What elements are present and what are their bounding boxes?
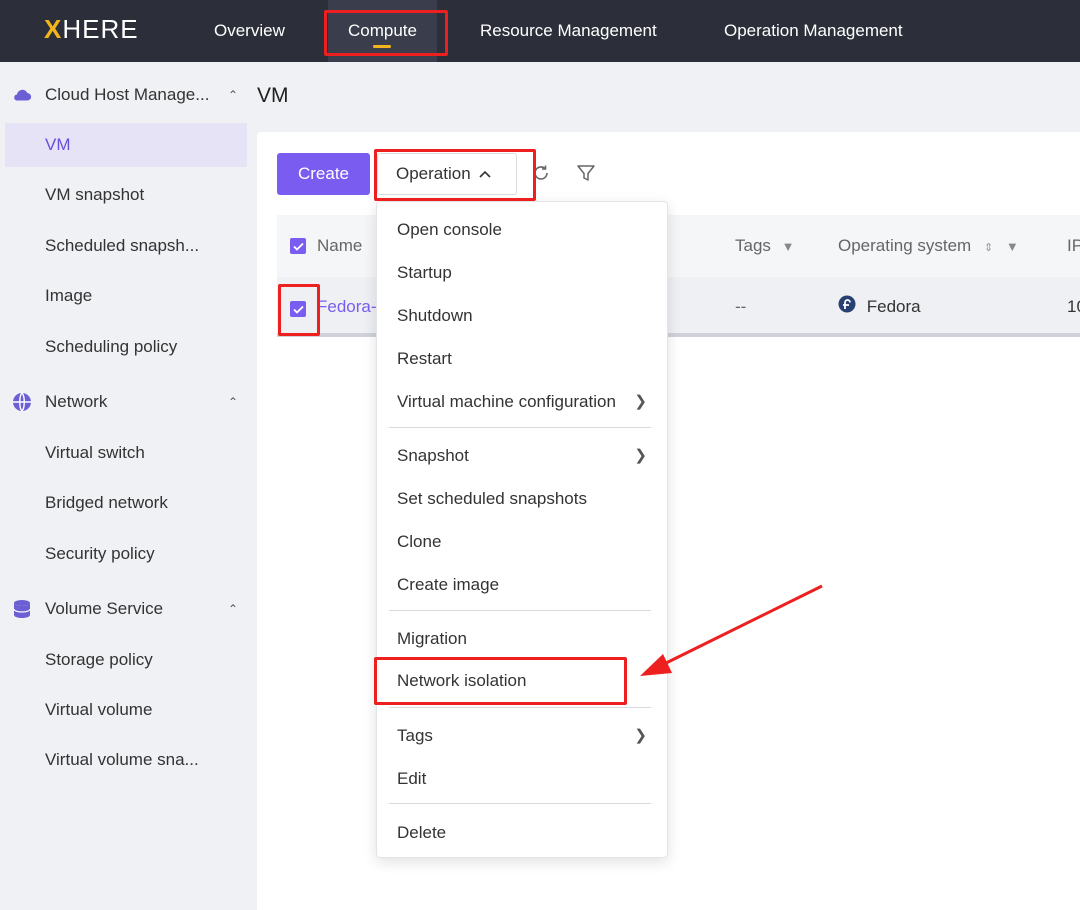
sidebar-item-storage-policy[interactable]: Storage policy bbox=[5, 638, 247, 682]
nav-compute[interactable]: Compute bbox=[328, 0, 437, 62]
sidebar-item-bridged-network[interactable]: Bridged network bbox=[5, 481, 247, 525]
menu-item-tags[interactable]: Tags ❯ bbox=[377, 714, 667, 757]
operation-dropdown-button[interactable]: Operation bbox=[377, 153, 517, 195]
chevron-right-icon: ❯ bbox=[634, 447, 647, 464]
menu-divider bbox=[389, 707, 651, 708]
create-button[interactable]: Create bbox=[277, 153, 370, 195]
menu-divider bbox=[389, 427, 651, 428]
sidebar-item-scheduling-policy[interactable]: Scheduling policy bbox=[5, 325, 247, 369]
chevron-up-icon bbox=[479, 167, 491, 181]
menu-item-network-isolation[interactable]: Network isolation bbox=[377, 659, 667, 702]
sidebar-group-label: Network bbox=[45, 392, 108, 411]
fedora-icon bbox=[838, 278, 856, 338]
sidebar-item-virtual-switch[interactable]: Virtual switch bbox=[5, 431, 247, 475]
menu-item-migration[interactable]: Migration bbox=[377, 617, 667, 660]
vm-tags: -- bbox=[735, 297, 747, 316]
cloud-icon bbox=[12, 85, 32, 105]
vm-operating-system: Fedora bbox=[838, 277, 921, 337]
sidebar-item-security-policy[interactable]: Security policy bbox=[5, 532, 247, 576]
sidebar-group-volume-service[interactable]: Volume Service ⌃ bbox=[0, 591, 250, 627]
sidebar-item-virtual-volume[interactable]: Virtual volume bbox=[5, 688, 247, 732]
filter-icon[interactable]: ▼ bbox=[1006, 239, 1019, 254]
sidebar-item-vm[interactable]: VM bbox=[5, 123, 247, 167]
column-header-name[interactable]: Name bbox=[317, 215, 362, 277]
menu-item-label: Virtual machine configuration bbox=[397, 392, 616, 411]
sidebar-item-virtual-volume-snapshot[interactable]: Virtual volume sna... bbox=[5, 738, 247, 782]
menu-item-startup[interactable]: Startup bbox=[377, 251, 667, 294]
menu-item-open-console[interactable]: Open console bbox=[377, 208, 667, 251]
vm-ip: 10 bbox=[1067, 297, 1080, 316]
menu-item-delete[interactable]: Delete bbox=[377, 811, 667, 854]
column-header-operating-system[interactable]: Operating system ⇕ ▼ bbox=[838, 215, 1019, 277]
chevron-right-icon: ❯ bbox=[634, 727, 647, 744]
filter-icon[interactable] bbox=[575, 162, 597, 184]
operation-label: Operation bbox=[396, 164, 471, 183]
sort-icon[interactable]: ⇕ bbox=[984, 242, 993, 254]
database-icon bbox=[12, 599, 32, 619]
refresh-icon[interactable] bbox=[530, 162, 552, 184]
column-header-tags[interactable]: Tags ▼ bbox=[735, 215, 795, 277]
menu-item-clone[interactable]: Clone bbox=[377, 520, 667, 563]
column-header-label: Tags bbox=[735, 236, 771, 255]
filter-icon[interactable]: ▼ bbox=[782, 239, 795, 254]
vm-name-link[interactable]: Fedora- bbox=[317, 277, 377, 337]
globe-icon bbox=[12, 392, 32, 412]
sidebar-group-label: Volume Service bbox=[45, 599, 164, 618]
nav-resource-management[interactable]: Resource Management bbox=[460, 0, 677, 62]
menu-item-set-scheduled-snapshots[interactable]: Set scheduled snapshots bbox=[377, 477, 667, 520]
menu-divider bbox=[389, 610, 651, 611]
sidebar-item-vm-snapshot[interactable]: VM snapshot bbox=[5, 173, 247, 217]
brand-logo[interactable]: XHERE bbox=[44, 14, 139, 45]
menu-item-restart[interactable]: Restart bbox=[377, 337, 667, 380]
menu-item-label: Tags bbox=[397, 726, 433, 745]
sidebar-item-image[interactable]: Image bbox=[5, 274, 247, 318]
top-nav-bar: XHERE Overview Compute Resource Manageme… bbox=[0, 0, 1080, 62]
menu-item-label: Snapshot bbox=[397, 446, 469, 465]
chevron-right-icon: ❯ bbox=[634, 393, 647, 410]
sidebar-group-cloud-host[interactable]: Cloud Host Manage... ⌃ bbox=[0, 77, 250, 113]
row-checkbox[interactable] bbox=[290, 301, 306, 317]
sidebar-group-network[interactable]: Network ⌃ bbox=[0, 384, 250, 420]
chevron-up-icon[interactable]: ⌃ bbox=[228, 88, 238, 102]
page-title: VM bbox=[257, 84, 289, 107]
chevron-up-icon[interactable]: ⌃ bbox=[228, 395, 238, 409]
operation-menu: Open console Startup Shutdown Restart Vi… bbox=[376, 201, 668, 858]
menu-item-shutdown[interactable]: Shutdown bbox=[377, 294, 667, 337]
menu-divider bbox=[389, 803, 651, 804]
menu-item-vm-configuration[interactable]: Virtual machine configuration ❯ bbox=[377, 380, 667, 423]
column-header-ip[interactable]: IP bbox=[1067, 215, 1080, 277]
menu-item-create-image[interactable]: Create image bbox=[377, 563, 667, 606]
sidebar-item-scheduled-snapshot[interactable]: Scheduled snapsh... bbox=[5, 224, 247, 268]
menu-item-edit[interactable]: Edit bbox=[377, 757, 667, 800]
column-header-label: Operating system bbox=[838, 236, 972, 255]
sidebar-group-label: Cloud Host Manage... bbox=[45, 85, 210, 104]
chevron-up-icon[interactable]: ⌃ bbox=[228, 602, 238, 616]
nav-overview[interactable]: Overview bbox=[194, 0, 305, 62]
nav-operation-management[interactable]: Operation Management bbox=[704, 0, 923, 62]
menu-item-snapshot[interactable]: Snapshot ❯ bbox=[377, 434, 667, 477]
select-all-checkbox[interactable] bbox=[290, 238, 306, 254]
os-name: Fedora bbox=[866, 297, 921, 316]
